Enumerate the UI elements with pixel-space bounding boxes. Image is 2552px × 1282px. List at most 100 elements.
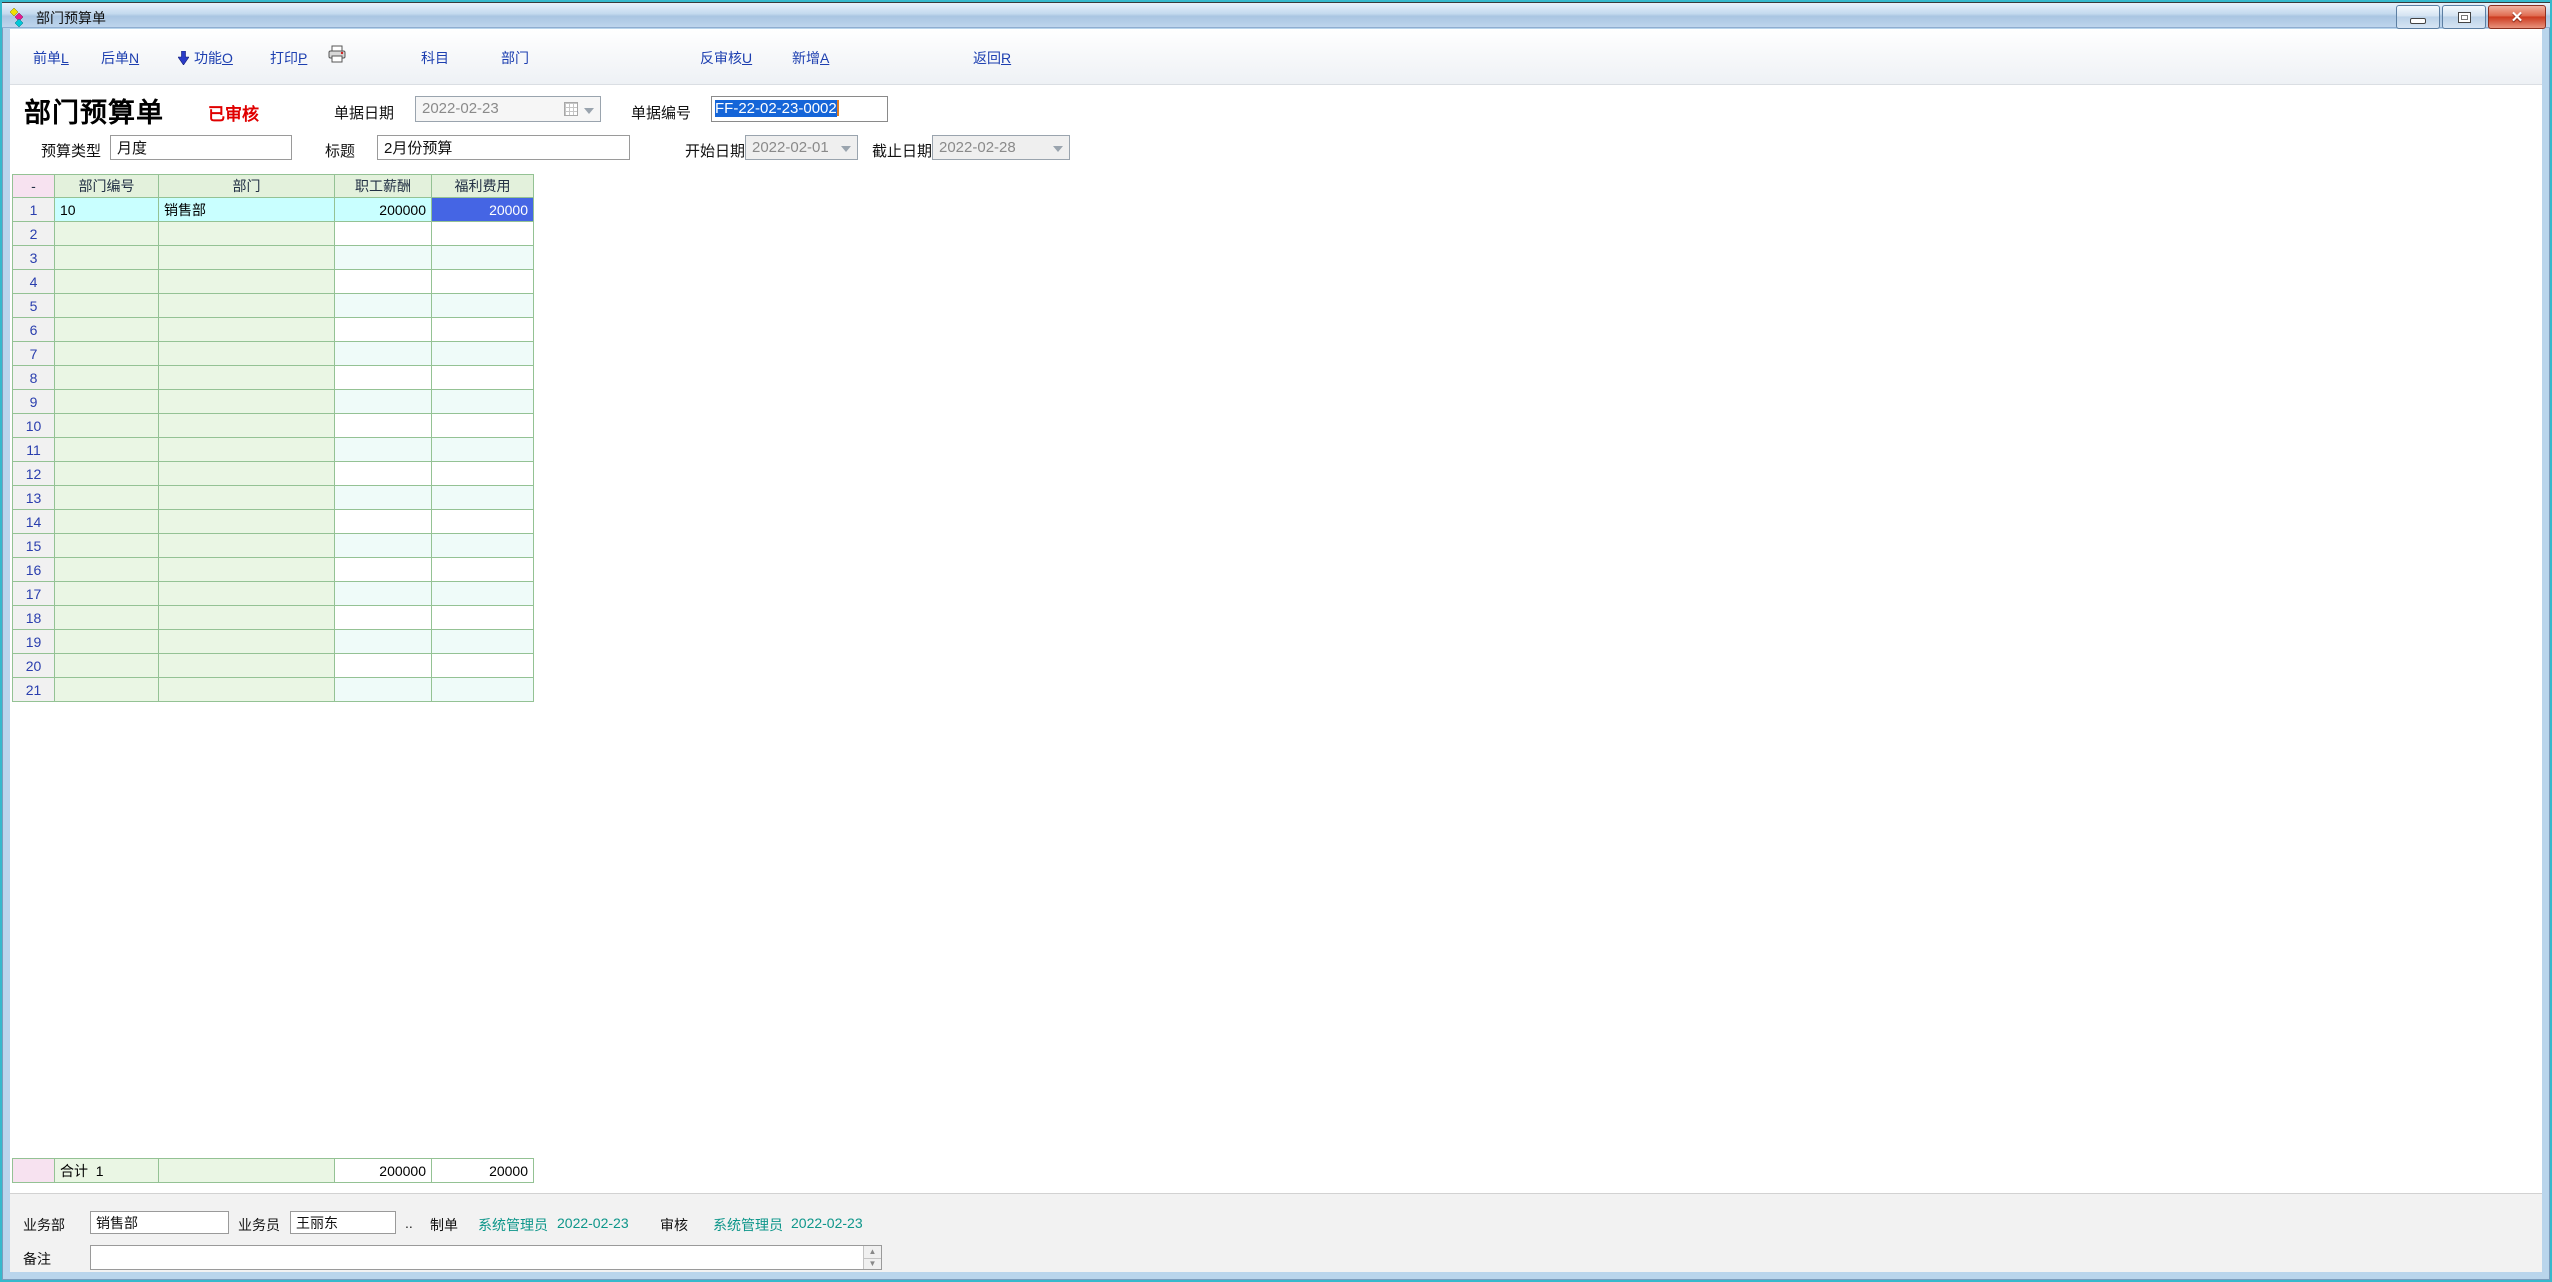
row-number[interactable]: 17 <box>13 582 55 606</box>
cell-dept-code[interactable] <box>55 342 159 366</box>
cell-welfare[interactable] <box>432 342 534 366</box>
row-number[interactable]: 7 <box>13 342 55 366</box>
title-input[interactable] <box>377 135 630 160</box>
cell-welfare[interactable] <box>432 294 534 318</box>
cell-welfare[interactable] <box>432 366 534 390</box>
cell-salary[interactable] <box>335 462 432 486</box>
cell-welfare[interactable] <box>432 270 534 294</box>
cell-salary[interactable] <box>335 222 432 246</box>
cell-welfare[interactable] <box>432 534 534 558</box>
cell-dept[interactable] <box>159 318 335 342</box>
row-number[interactable]: 9 <box>13 390 55 414</box>
print-button[interactable]: 打印P <box>270 48 307 68</box>
row-number[interactable]: 1 <box>13 198 55 222</box>
maximize-button[interactable] <box>2442 5 2486 29</box>
cell-dept[interactable] <box>159 246 335 270</box>
row-number[interactable]: 19 <box>13 630 55 654</box>
start-date-picker[interactable]: 2022-02-01 <box>745 135 858 160</box>
row-number[interactable]: 21 <box>13 678 55 702</box>
cell-welfare[interactable] <box>432 558 534 582</box>
row-selector-header[interactable]: - <box>13 175 55 198</box>
cell-dept[interactable] <box>159 510 335 534</box>
cell-dept-code[interactable] <box>55 438 159 462</box>
functions-button[interactable]: 功能O <box>178 48 233 68</box>
cell-dept[interactable] <box>159 366 335 390</box>
clerk-input[interactable] <box>290 1211 396 1234</box>
cell-salary[interactable] <box>335 438 432 462</box>
cell-welfare[interactable] <box>432 486 534 510</box>
cell-salary[interactable] <box>335 366 432 390</box>
row-number[interactable]: 18 <box>13 606 55 630</box>
cell-salary[interactable] <box>335 558 432 582</box>
cell-welfare[interactable] <box>432 510 534 534</box>
cell-dept-code[interactable] <box>55 534 159 558</box>
cell-dept-code[interactable] <box>55 318 159 342</box>
cell-dept[interactable] <box>159 462 335 486</box>
budget-type-input[interactable] <box>110 135 292 160</box>
remark-spinner[interactable]: ▲ ▼ <box>863 1246 881 1269</box>
cell-dept[interactable] <box>159 414 335 438</box>
cell-dept-code[interactable] <box>55 414 159 438</box>
cell-dept[interactable] <box>159 486 335 510</box>
cell-salary[interactable] <box>335 654 432 678</box>
cell-dept-code[interactable] <box>55 462 159 486</box>
cell-salary[interactable] <box>335 582 432 606</box>
doc-date-picker[interactable]: 2022-02-23 <box>415 96 601 122</box>
prev-doc-button[interactable]: 前单L <box>33 48 69 68</box>
cell-dept[interactable] <box>159 606 335 630</box>
cell-salary[interactable] <box>335 534 432 558</box>
cell-salary[interactable] <box>335 246 432 270</box>
cell-dept-code[interactable] <box>55 294 159 318</box>
unaudit-button[interactable]: 反审核U <box>700 48 752 68</box>
cell-dept[interactable] <box>159 654 335 678</box>
row-number[interactable]: 13 <box>13 486 55 510</box>
spin-up-icon[interactable]: ▲ <box>864 1246 881 1258</box>
cell-dept[interactable] <box>159 678 335 702</box>
cell-salary[interactable] <box>335 630 432 654</box>
cell-dept-code[interactable] <box>55 654 159 678</box>
row-number[interactable]: 11 <box>13 438 55 462</box>
subject-button[interactable]: 科目 <box>421 48 449 68</box>
cell-welfare[interactable] <box>432 222 534 246</box>
new-button[interactable]: 新增A <box>792 48 829 68</box>
remark-input[interactable] <box>91 1246 861 1269</box>
cell-dept[interactable] <box>159 438 335 462</box>
cell-dept-code[interactable] <box>55 510 159 534</box>
cell-welfare[interactable] <box>432 678 534 702</box>
row-number[interactable]: 10 <box>13 414 55 438</box>
cell-salary[interactable] <box>335 606 432 630</box>
cell-dept-code[interactable] <box>55 678 159 702</box>
cell-dept[interactable] <box>159 342 335 366</box>
cell-welfare-selected[interactable]: 20000 <box>432 198 534 222</box>
cell-salary[interactable] <box>335 510 432 534</box>
cell-salary[interactable] <box>335 678 432 702</box>
cell-welfare[interactable] <box>432 654 534 678</box>
cell-dept-code[interactable] <box>55 582 159 606</box>
cell-dept-code[interactable] <box>55 558 159 582</box>
cell-dept-code[interactable] <box>55 390 159 414</box>
cell-salary[interactable] <box>335 318 432 342</box>
cell-welfare[interactable] <box>432 414 534 438</box>
row-number[interactable]: 3 <box>13 246 55 270</box>
cell-dept-code[interactable] <box>55 606 159 630</box>
row-number[interactable]: 16 <box>13 558 55 582</box>
cell-dept[interactable]: 销售部 <box>159 198 335 222</box>
row-number[interactable]: 8 <box>13 366 55 390</box>
cell-dept-code[interactable] <box>55 366 159 390</box>
cell-dept[interactable] <box>159 630 335 654</box>
row-number[interactable]: 5 <box>13 294 55 318</box>
cell-dept-code[interactable] <box>55 222 159 246</box>
col-header-4[interactable]: 福利费用 <box>432 175 534 198</box>
cell-dept[interactable] <box>159 294 335 318</box>
cell-welfare[interactable] <box>432 390 534 414</box>
cell-welfare[interactable] <box>432 438 534 462</box>
cell-welfare[interactable] <box>432 462 534 486</box>
biz-dept-input[interactable] <box>90 1211 229 1234</box>
cell-dept[interactable] <box>159 270 335 294</box>
return-button[interactable]: 返回R <box>973 48 1011 68</box>
doc-no-input[interactable]: FF-22-02-23-0002 <box>711 96 888 122</box>
department-button[interactable]: 部门 <box>501 48 529 68</box>
cell-salary[interactable]: 200000 <box>335 198 432 222</box>
col-header-1[interactable]: 部门编号 <box>55 175 159 198</box>
spin-down-icon[interactable]: ▼ <box>864 1258 881 1270</box>
